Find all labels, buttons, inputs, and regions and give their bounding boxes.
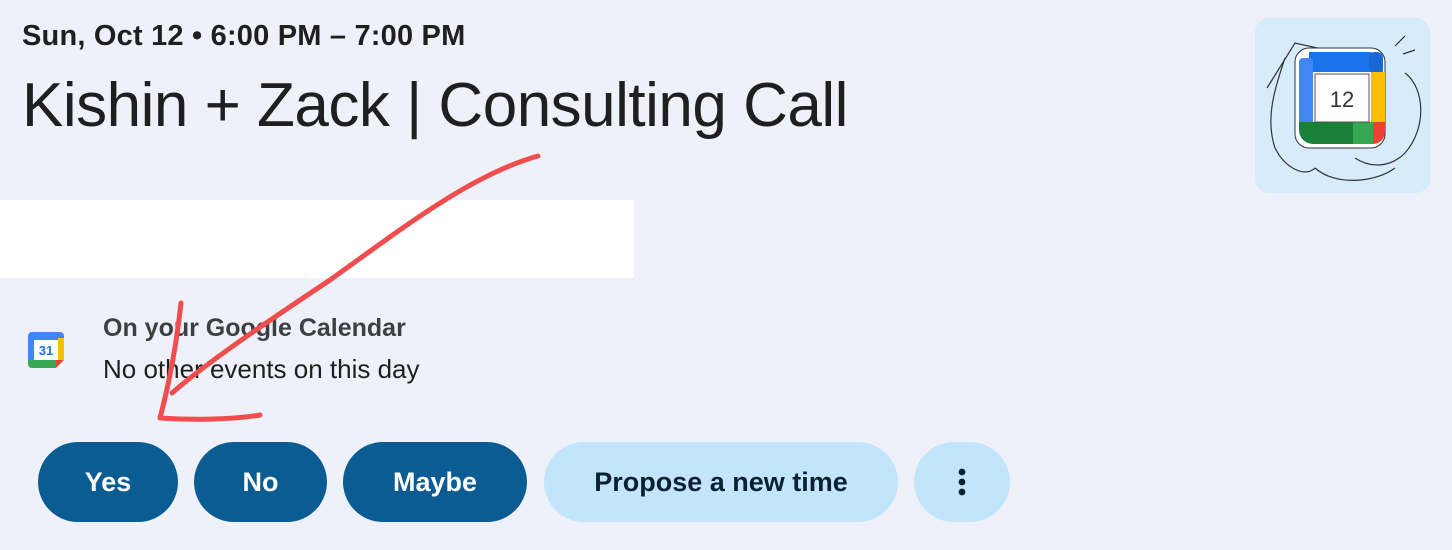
calendar-subtext: No other events on this day (103, 354, 420, 384)
calendar-12-illustration-icon: 12 (1266, 35, 1422, 181)
calendar-heading: On your Google Calendar (103, 314, 406, 342)
calendar-icon-day: 31 (39, 343, 53, 358)
event-title: Kishin + Zack | Consulting Call (22, 71, 848, 140)
propose-new-time-button[interactable]: Propose a new time (544, 442, 898, 522)
more-vertical-icon (958, 468, 966, 496)
redacted-area (0, 200, 634, 278)
google-calendar-icon: 31 (28, 332, 64, 368)
rsvp-maybe-button[interactable]: Maybe (343, 442, 527, 522)
rsvp-yes-button[interactable]: Yes (38, 442, 178, 522)
illustration-day-number: 12 (1330, 87, 1354, 112)
more-options-button[interactable] (914, 442, 1010, 522)
rsvp-no-button[interactable]: No (194, 442, 327, 522)
event-datetime: Sun, Oct 12 • 6:00 PM – 7:00 PM (22, 20, 466, 52)
calendar-illustration: 12 (1255, 18, 1430, 193)
